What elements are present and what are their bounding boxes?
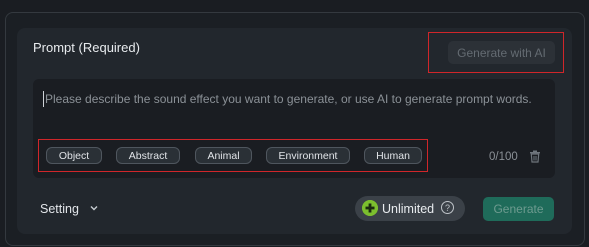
prompt-placeholder: Please describe the sound effect you wan… (45, 92, 532, 106)
unlimited-label: Unlimited (382, 202, 435, 216)
plus-circle-icon (362, 200, 378, 216)
tag-object[interactable]: Object (46, 147, 102, 164)
tag-human[interactable]: Human (364, 147, 422, 164)
trash-icon[interactable] (529, 150, 541, 163)
question-circle-icon[interactable]: ? (441, 201, 454, 214)
prompt-title: Prompt (Required) (33, 40, 140, 55)
char-counter: 0/100 (489, 151, 518, 163)
tag-animal[interactable]: Animal (195, 147, 252, 164)
text-caret (43, 91, 44, 107)
setting-toggle[interactable]: Setting (40, 202, 79, 216)
generate-with-ai-button[interactable]: Generate with AI (448, 41, 555, 64)
tag-environment[interactable]: Environment (266, 147, 350, 164)
chevron-down-icon[interactable] (89, 203, 99, 213)
generate-button[interactable]: Generate (483, 197, 554, 221)
tag-abstract[interactable]: Abstract (116, 147, 180, 164)
